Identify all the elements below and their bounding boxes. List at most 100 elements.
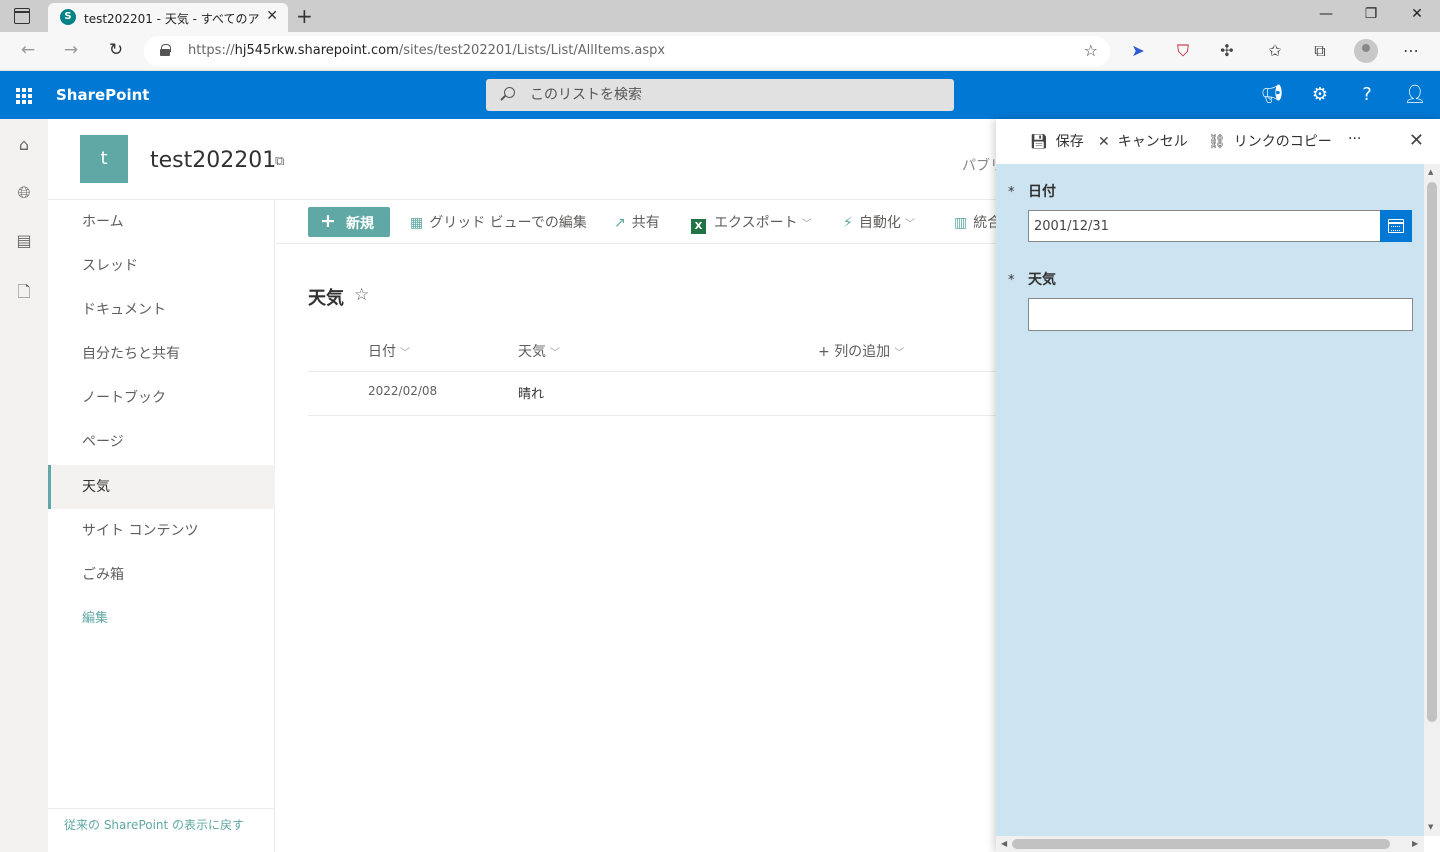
teams-icon: ⧉ — [275, 154, 285, 169]
profile-avatar[interactable] — [1354, 39, 1378, 63]
add-column-button[interactable]: + 列の追加 ﹀ — [818, 341, 904, 361]
copy-link-button[interactable]: ⛓ リンクのコピー — [1208, 131, 1332, 151]
restore-icon[interactable]: ❐ — [1361, 6, 1381, 22]
new-button-label: 新規 — [346, 216, 374, 232]
left-navigation: ホーム スレッド ドキュメント 自分たちと共有 ノートブック ページ 天気 サイ… — [48, 200, 275, 852]
chevron-down-icon: ﹀ — [894, 348, 905, 359]
lock-icon[interactable] — [160, 44, 171, 57]
nav-item-site-contents[interactable]: サイト コンテンツ — [48, 509, 275, 553]
search-input[interactable] — [530, 79, 940, 111]
back-arrow-icon[interactable]: ← — [17, 40, 39, 60]
window-close-icon[interactable]: ✕ — [1407, 6, 1427, 22]
chevron-down-icon: ﹀ — [904, 219, 915, 230]
date-field[interactable] — [1028, 210, 1381, 242]
nav-item-threads[interactable]: スレッド — [48, 244, 275, 288]
scroll-right-icon[interactable]: ▶ — [1412, 839, 1418, 848]
grid-icon: ▦ — [410, 215, 424, 231]
url-text[interactable]: https://hj545rkw.sharepoint.com/sites/te… — [188, 43, 665, 58]
favorite-star-icon[interactable]: ☆ — [354, 285, 369, 305]
help-icon[interactable]: ? — [1355, 84, 1379, 105]
news-icon[interactable]: ▤ — [14, 231, 34, 251]
extension-arrow-icon[interactable]: ➤ — [1127, 41, 1149, 60]
browser-tab-bar: S test202201 - 天気 - すべてのアイテム ✕ + — ❐ ✕ — [0, 0, 1440, 32]
list-title: 天気 — [308, 288, 344, 309]
extensions-puzzle-icon[interactable]: ✣ — [1216, 41, 1238, 60]
nav-item-documents[interactable]: ドキュメント — [48, 288, 275, 332]
calendar-icon — [1388, 219, 1404, 233]
settings-gear-icon[interactable]: ⚙ — [1308, 84, 1332, 105]
list-header-divider — [308, 371, 996, 372]
nav-item-weather[interactable]: 天気 — [48, 465, 275, 509]
cell-date[interactable]: 2022/02/08 — [368, 384, 437, 398]
scroll-thumb[interactable] — [1427, 182, 1437, 722]
scroll-up-icon[interactable]: ▲ — [1428, 168, 1433, 176]
suite-bar: SharePoint 📢︎ ⚙ ? 👤︎ — [0, 71, 1440, 119]
nav-item-notebook[interactable]: ノートブック — [48, 376, 275, 420]
nav-edit-link[interactable]: 編集 — [48, 597, 275, 641]
home-icon[interactable]: ⌂ — [14, 135, 34, 155]
minimize-icon[interactable]: — — [1316, 6, 1336, 22]
chevron-down-icon: ﹀ — [550, 348, 560, 359]
document-icon[interactable]: 🗋 — [14, 281, 34, 301]
search-icon — [504, 87, 515, 98]
export-button[interactable]: X エクスポート ﹀ — [691, 212, 812, 234]
sharepoint-favicon-icon: S — [60, 9, 76, 25]
nav-item-shared[interactable]: 自分たちと共有 — [48, 332, 275, 376]
close-icon: ✕ — [1098, 134, 1110, 150]
site-title[interactable]: test202201 — [150, 148, 276, 173]
scroll-left-icon[interactable]: ◀ — [1001, 839, 1007, 848]
automate-button[interactable]: ⚡ 自動化 ﹀ — [843, 212, 915, 232]
table-row[interactable] — [308, 415, 996, 416]
required-mark: * — [1008, 273, 1015, 288]
site-logo[interactable]: t — [80, 135, 128, 183]
column-header-weather[interactable]: 天気 ﹀ — [518, 341, 560, 361]
extension-shield-icon[interactable]: ⛉ — [1172, 41, 1194, 61]
automate-icon: ⚡ — [843, 215, 853, 231]
forward-arrow-icon[interactable]: → — [60, 40, 82, 60]
add-favorite-icon[interactable]: ☆ — [1084, 41, 1098, 60]
column-header-date[interactable]: 日付 ﹀ — [368, 341, 410, 361]
megaphone-icon[interactable]: 📢︎ — [1260, 84, 1284, 105]
search-box[interactable] — [486, 79, 954, 111]
integrate-button[interactable]: ▥ 統合 — [954, 212, 1001, 232]
nav-item-home[interactable]: ホーム — [48, 200, 275, 244]
nav-item-pages[interactable]: ページ — [48, 420, 275, 464]
scroll-down-icon[interactable]: ▼ — [1428, 823, 1433, 831]
new-button[interactable]: + 新規 — [308, 207, 390, 237]
new-tab-button[interactable]: + — [296, 4, 313, 28]
refresh-icon[interactable]: ↻ — [105, 40, 127, 60]
browser-menu-icon[interactable]: ⋯ — [1400, 41, 1422, 60]
tab-close-icon[interactable]: ✕ — [266, 8, 278, 24]
panel-close-icon[interactable]: ✕ — [1409, 130, 1424, 151]
browser-tab[interactable]: S test202201 - 天気 - すべてのアイテム ✕ — [48, 3, 288, 32]
classic-view-link[interactable]: 従来の SharePoint の表示に戻す — [64, 816, 244, 833]
tab-actions-icon[interactable] — [14, 8, 30, 24]
weather-field[interactable] — [1028, 298, 1413, 331]
globe-icon[interactable]: 🌐︎ — [14, 183, 34, 203]
horizontal-scrollbar[interactable]: ◀ ▶ — [996, 836, 1424, 852]
app-launcher-icon[interactable] — [16, 88, 32, 104]
calendar-button[interactable] — [1380, 210, 1412, 242]
more-options-button[interactable]: ··· — [1348, 131, 1361, 147]
collections-icon[interactable]: ⧉ — [1309, 41, 1331, 61]
share-button[interactable]: ↗ 共有 — [614, 212, 660, 232]
command-bar: + 新規 ▦ グリッド ビューでの編集 ↗ 共有 X エクスポート ﹀ ⚡ 自動化 ﹀ ▥ 統… — [276, 200, 1001, 244]
account-icon[interactable]: 👤︎ — [1403, 84, 1427, 105]
plus-icon: + — [320, 210, 336, 232]
cancel-button[interactable]: ✕ キャンセル — [1098, 131, 1188, 151]
url-field[interactable]: https://hj545rkw.sharepoint.com/sites/te… — [144, 36, 1110, 67]
vertical-scrollbar[interactable]: ▲ ▼ — [1424, 164, 1440, 836]
sharepoint-brand[interactable]: SharePoint — [56, 86, 149, 104]
favorites-icon[interactable]: ✩ — [1264, 41, 1286, 60]
save-button[interactable]: 💾︎ 保存 — [1030, 131, 1084, 151]
nav-item-recycle-bin[interactable]: ごみ箱 — [48, 553, 275, 597]
field-label-weather: 天気 — [1028, 272, 1056, 288]
link-icon: ⛓ — [1208, 134, 1226, 150]
field-label-date: 日付 — [1028, 184, 1056, 200]
grid-edit-button[interactable]: ▦ グリッド ビューでの編集 — [410, 212, 587, 232]
cell-weather[interactable]: 晴れ — [518, 383, 544, 402]
plus-icon: + — [818, 344, 835, 360]
scroll-thumb[interactable] — [1012, 839, 1390, 849]
integrate-icon: ▥ — [954, 215, 968, 231]
required-mark: * — [1008, 185, 1015, 200]
